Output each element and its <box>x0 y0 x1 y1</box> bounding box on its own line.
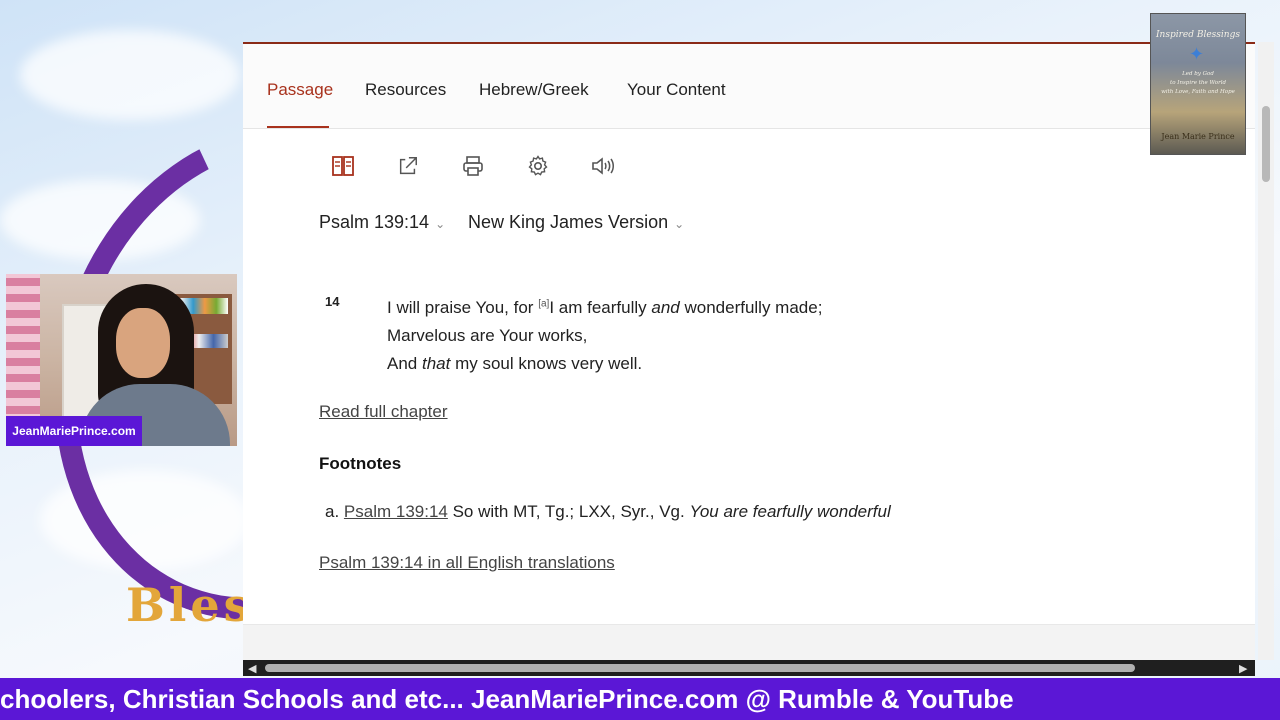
verse-text: I will praise You, for <box>387 298 539 317</box>
verse-text: And <box>387 354 422 373</box>
tab-resources[interactable]: Resources <box>365 80 446 100</box>
horizontal-scrollbar[interactable]: ◀ ▶ <box>243 660 1255 676</box>
scrollbar-thumb[interactable] <box>1262 106 1270 182</box>
footnote-item: a. Psalm 139:14 So with MT, Tg.; LXX, Sy… <box>325 502 891 522</box>
active-tab-indicator <box>267 126 329 128</box>
tab-bar: Passage Resources Hebrew/Greek Your Cont… <box>243 44 1255 129</box>
book-subtitle-line: with Love, Faith and Hope <box>1161 89 1235 95</box>
verse-text: Marvelous are Your works, <box>387 326 588 345</box>
book-subtitle-line: Led by God <box>1182 71 1214 77</box>
presenter-face <box>116 308 170 378</box>
all-translations-link[interactable]: Psalm 139:14 in all English translations <box>319 553 615 573</box>
vertical-scrollbar[interactable] <box>1258 42 1274 660</box>
verse-text: wonderfully made; <box>679 298 823 317</box>
parallel-view-icon[interactable] <box>329 152 357 180</box>
cloud-decoration <box>20 30 240 120</box>
verse-number: 14 <box>325 294 340 309</box>
footnote-reference-link[interactable]: Psalm 139:14 <box>344 502 448 521</box>
footnote-letter: a. <box>325 502 340 521</box>
tab-your-content[interactable]: Your Content <box>627 80 726 100</box>
version-select[interactable]: New King James Version ⌄ <box>468 212 684 233</box>
bible-passage-panel: Passage Resources Hebrew/Greek Your Cont… <box>243 42 1255 663</box>
footnotes-heading: Footnotes <box>319 454 402 473</box>
panel-footer <box>243 624 1255 663</box>
read-full-chapter-link[interactable]: Read full chapter <box>319 402 448 422</box>
chevron-down-icon: ⌄ <box>674 217 685 231</box>
chevron-down-icon: ⌄ <box>435 217 446 231</box>
footnote-text: So with MT, Tg.; LXX, Syr., Vg. <box>447 502 690 521</box>
footnote-italic-text: You are fearfully wonderful <box>689 502 891 521</box>
verse-line: I will praise You, for [a]I am fearfully… <box>387 298 822 318</box>
verse-text: my soul knows very well. <box>450 354 643 373</box>
footnote-marker[interactable]: [a] <box>538 298 549 309</box>
share-icon[interactable] <box>394 152 422 180</box>
passage-reference-select[interactable]: Psalm 139:14 ⌄ <box>319 212 445 233</box>
verse-text: I am fearfully <box>549 298 652 317</box>
verse-line: And that my soul knows very well. <box>387 354 642 374</box>
webcam-label: JeanMariePrince.com <box>6 416 142 446</box>
verse-italic-text: and <box>651 298 680 317</box>
audio-icon[interactable] <box>589 152 617 180</box>
settings-icon[interactable] <box>524 152 552 180</box>
scroll-right-icon[interactable]: ▶ <box>1239 662 1247 675</box>
scrollbar-thumb[interactable] <box>265 664 1135 672</box>
version-value: New King James Version <box>468 212 669 232</box>
butterfly-icon: ✦ <box>1189 44 1205 64</box>
book-cover: Inspired Blessings ✦ Led by God to Inspi… <box>1150 13 1246 155</box>
book-title: Inspired Blessings <box>1156 30 1240 40</box>
news-ticker: choolers, Christian Schools and etc... J… <box>0 678 1280 720</box>
book-subtitle: Led by God to Inspire the World with Lov… <box>1151 70 1245 97</box>
print-icon[interactable] <box>459 152 487 180</box>
scroll-left-icon[interactable]: ◀ <box>248 662 256 675</box>
webcam-overlay: JeanMariePrince.com <box>6 274 237 446</box>
book-author: Jean Marie Prince <box>1161 132 1235 141</box>
book-subtitle-line: to Inspire the World <box>1170 80 1226 86</box>
tab-passage[interactable]: Passage <box>267 80 333 100</box>
verse-line: Marvelous are Your works, <box>387 326 587 346</box>
passage-reference-value: Psalm 139:14 <box>319 212 430 232</box>
tab-hebrew-greek[interactable]: Hebrew/Greek <box>479 80 589 100</box>
ticker-text: choolers, Christian Schools and etc... J… <box>0 683 1014 714</box>
verse-italic-text: that <box>421 354 451 373</box>
